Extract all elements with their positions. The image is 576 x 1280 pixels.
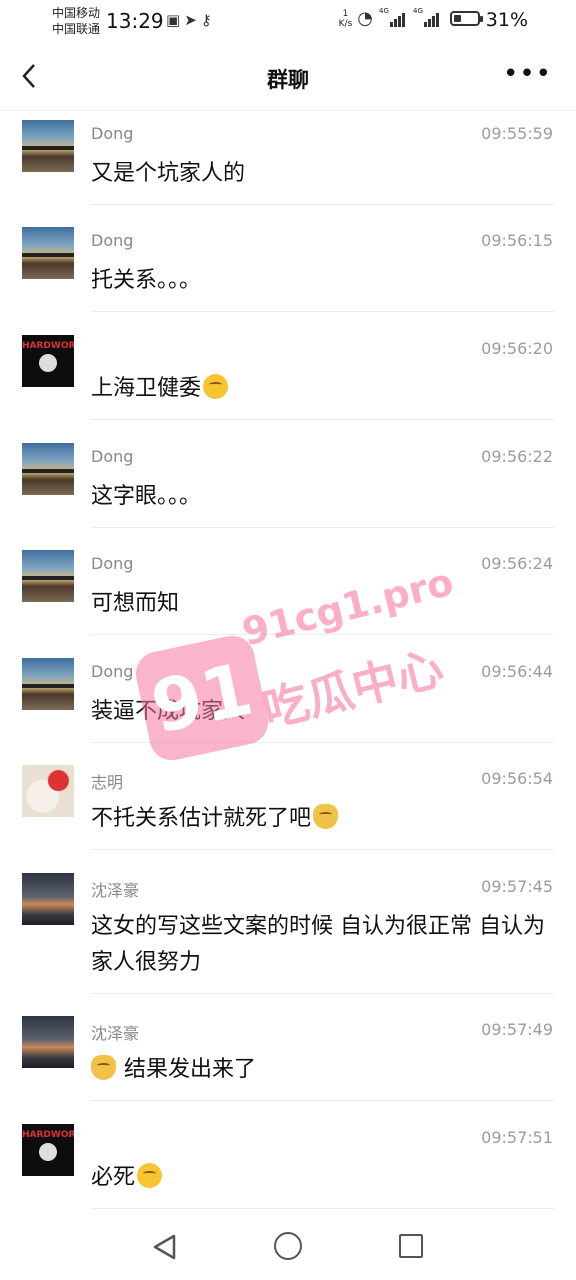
avatar[interactable]: HARDWORK <box>22 335 74 387</box>
message-time: 09:55:59 <box>481 124 553 143</box>
message-text: 不托关系估计就死了吧 <box>91 801 554 837</box>
status-bar: 中国移动 中国联通 13:29 ▣➤⚷ 1 K/s ◔ 4G 4G 31% <box>0 0 576 44</box>
telegram-icon: ➤ <box>184 11 201 29</box>
avatar[interactable] <box>22 658 74 710</box>
message-time: 09:56:24 <box>481 554 553 573</box>
sender-name: Dong <box>91 554 134 573</box>
avatar[interactable] <box>22 227 74 279</box>
nav-recents-icon[interactable] <box>399 1234 423 1258</box>
divider <box>91 993 554 994</box>
divider <box>91 1100 554 1101</box>
key-icon: ⚷ <box>200 11 216 29</box>
message-text: 这女的写这些文案的时候 自认为很正常 自认为家人很努力 <box>91 914 545 975</box>
sender-name: Dong <box>91 231 134 250</box>
message-text-content: 结果发出来了 <box>124 1057 257 1082</box>
avatar[interactable]: HARDWORK <box>22 1124 74 1176</box>
avatar[interactable] <box>22 1016 74 1068</box>
app-notification-icon: ▣ <box>166 11 185 29</box>
sender-name: 沈泽豪 <box>91 1024 140 1043</box>
speed-unit: K/s <box>338 18 353 29</box>
carrier-labels: 中国移动 中国联通 <box>52 5 100 37</box>
divider <box>91 419 554 420</box>
chat-header: 群聊 ••• <box>0 44 576 111</box>
carrier-2: 中国联通 <box>52 22 101 36</box>
battery-fill <box>454 15 461 22</box>
nav-home-icon[interactable] <box>274 1232 302 1260</box>
avatar[interactable] <box>22 443 74 495</box>
message-text: 这字眼。。。 <box>91 484 202 509</box>
message-text: 上海卫健委 <box>91 371 554 407</box>
wifi-icon: ◔ <box>357 8 373 29</box>
avatar-logo-text: HARDWORK <box>22 341 74 351</box>
battery-percent: 31% <box>485 9 528 31</box>
avatar[interactable] <box>22 873 74 925</box>
doge-emoji-icon <box>313 804 339 829</box>
divider <box>91 311 554 312</box>
message-time: 09:56:54 <box>481 769 553 788</box>
message-text: 结果发出来了 <box>91 1052 554 1088</box>
message-text: 又是个坑家人的 <box>91 161 246 186</box>
sender-name: 志明 <box>91 773 124 792</box>
message-time: 09:56:15 <box>481 231 553 250</box>
status-time: 13:29 <box>106 9 164 33</box>
avatar[interactable] <box>22 120 74 172</box>
message-text: 装逼不成坑家人 <box>91 699 246 724</box>
divider <box>91 1208 554 1209</box>
sender-name: Dong <box>91 124 134 143</box>
battery-icon <box>450 11 483 26</box>
message-time: 09:56:20 <box>481 339 553 358</box>
speed-value: 1 <box>342 8 349 19</box>
message-text: 可想而知 <box>91 591 180 616</box>
doge-emoji-icon <box>91 1055 116 1080</box>
page-title: 群聊 <box>267 68 309 92</box>
network-speed: 1 K/s <box>339 9 353 29</box>
divider <box>91 849 554 850</box>
network-type-1: 4G <box>379 6 389 15</box>
message-text-content: 必死 <box>91 1165 136 1190</box>
sender-name: 沈泽豪 <box>91 881 140 900</box>
divider <box>91 742 554 743</box>
message-time: 09:57:49 <box>481 1020 553 1039</box>
message-text: 必死 <box>91 1160 554 1196</box>
message-time: 09:56:44 <box>481 662 553 681</box>
laughing-crying-emoji-icon <box>137 1163 163 1188</box>
status-right: 1 K/s ◔ 4G 4G <box>339 7 483 29</box>
nav-back-icon[interactable] <box>152 1234 178 1260</box>
sender-name: Dong <box>91 447 134 466</box>
avatar-logo-text: HARDWORK <box>22 1130 74 1140</box>
divider <box>91 204 554 205</box>
signal-icon-2: 4G <box>413 7 439 27</box>
sender-name: Dong <box>91 662 134 681</box>
divider <box>91 527 554 528</box>
network-type-2: 4G <box>413 6 423 15</box>
signal-icon-1: 4G <box>379 7 405 27</box>
message-text-content: 上海卫健委 <box>91 376 202 401</box>
message-time: 09:56:22 <box>481 447 553 466</box>
more-options-icon[interactable]: ••• <box>503 61 552 87</box>
message-text: 托关系。。。 <box>91 268 202 293</box>
message-text-content: 不托关系估计就死了吧 <box>91 806 312 831</box>
laughing-crying-emoji-icon <box>203 374 229 399</box>
avatar[interactable] <box>22 765 74 817</box>
divider <box>91 634 554 635</box>
message-time: 09:57:51 <box>481 1128 553 1147</box>
notification-icons: ▣➤⚷ <box>166 11 216 29</box>
message-time: 09:57:45 <box>481 877 553 896</box>
system-nav-bar <box>0 1210 576 1280</box>
carrier-1: 中国移动 <box>52 6 101 20</box>
avatar[interactable] <box>22 550 74 602</box>
